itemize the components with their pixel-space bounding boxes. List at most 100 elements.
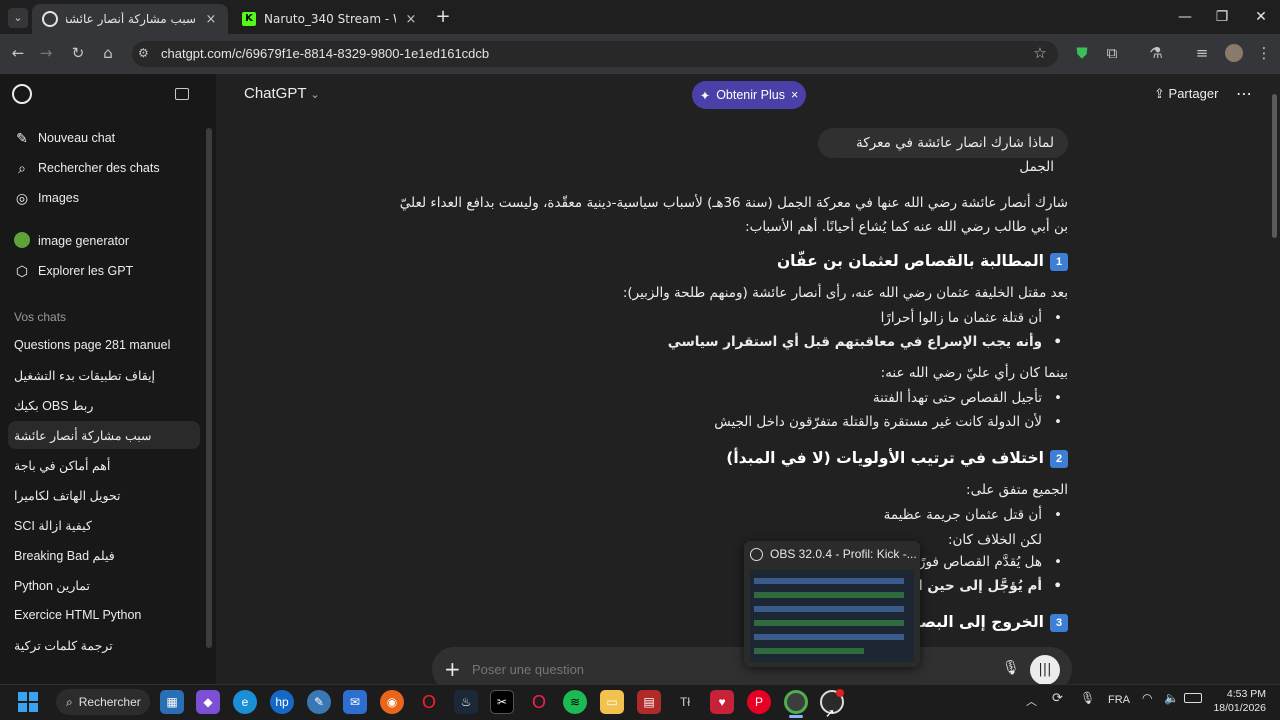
edge-icon[interactable]: e [233, 690, 257, 714]
search-icon: ⌕ [18, 159, 26, 176]
capcut-icon[interactable]: ✂ [490, 690, 514, 714]
chat-item-label: تحويل الهاتف لكاميرا [14, 488, 121, 503]
chat-item[interactable]: Exercice HTML Python [8, 601, 200, 629]
battery-icon[interactable] [1184, 693, 1202, 703]
close-window-button[interactable]: ✕ [1246, 6, 1276, 28]
opera-icon[interactable]: O [417, 690, 441, 714]
image-generator-label: image generator [38, 234, 130, 248]
winrar-icon[interactable]: ▤ [637, 690, 661, 714]
opera-gx-icon[interactable]: O [527, 690, 551, 714]
bookmark-star-icon[interactable]: ☆ [1028, 41, 1052, 65]
chat-item[interactable]: كيفية ازالة SCI [8, 511, 200, 539]
chat-item[interactable]: تحويل الهاتف لكاميرا [8, 481, 200, 509]
microphone-tray-icon[interactable]: 🎙 [1080, 691, 1095, 705]
tab-close-icon[interactable]: × [404, 12, 418, 27]
add-attachment-button[interactable]: + [444, 657, 461, 681]
cube-icon: ⬡ [15, 262, 29, 279]
search-chats-button[interactable]: ⌕ Rechercher des chats [8, 154, 200, 182]
clock-date[interactable]: 18/01/2026 [1206, 702, 1266, 714]
chat-item[interactable]: Questions page 281 manuel [8, 331, 200, 359]
back-icon[interactable]: ← [6, 41, 30, 65]
voice-mode-button[interactable]: ||| [1030, 655, 1060, 685]
spotify-icon[interactable]: ≋ [563, 690, 587, 714]
volume-icon[interactable]: 🔈 [1164, 691, 1179, 705]
extension-shield-icon[interactable]: ⛊ [1070, 41, 1094, 65]
tab-search-icon[interactable]: ⌄ [8, 8, 28, 28]
chat-item[interactable]: Python تمارين [8, 571, 200, 599]
dismiss-upgrade-icon[interactable]: × [791, 88, 798, 102]
pocket-icon[interactable]: ♥ [710, 690, 734, 714]
sidebar-scrollbar[interactable] [206, 128, 212, 648]
obs-preview-title: OBS 32.0.4 - Profil: Kick -... [770, 547, 917, 561]
taskbar-search[interactable]: ⌕ Rechercher [56, 689, 150, 715]
wifi-icon[interactable]: ◠ [1142, 691, 1152, 705]
explore-gpts-button[interactable]: ⬡ Explorer les GPT [8, 257, 200, 285]
new-chat-button[interactable]: ✎ Nouveau chat [8, 124, 200, 152]
browser-menu-icon[interactable]: ⋮ [1252, 41, 1276, 65]
model-selector[interactable]: ChatGPT ⌄ [244, 85, 320, 102]
user-message-text: لماذا شارك انصار عائشة في معركة الجمل [856, 135, 1054, 175]
tab-title: سبب مشاركة أنصار عائشة [66, 12, 196, 26]
file-explorer-icon[interactable]: ▭ [600, 690, 624, 714]
microphone-icon[interactable]: 🎙 [1002, 660, 1020, 676]
obs-preview-thumbnail [750, 570, 914, 662]
section-2-heading: 2 اختلاف في ترتيب الأولويات (لا في المبدأ… [656, 449, 1068, 468]
reload-icon[interactable]: ↻ [66, 41, 90, 65]
chat-item-label: كيفية ازالة SCI [14, 518, 92, 533]
share-button[interactable]: ⇪ Partager [1154, 86, 1218, 102]
chevron-down-icon: ⌄ [310, 89, 320, 101]
forward-icon[interactable]: → [34, 41, 58, 65]
browser-tab-kick[interactable]: K Naruto_340 Stream - Watch Liv × [232, 4, 428, 34]
tray-overflow-icon[interactable]: ︿ [1026, 693, 1037, 709]
home-icon[interactable]: ⌂ [96, 41, 120, 65]
lab-flask-icon[interactable]: ⚗ [1144, 41, 1168, 65]
tab-title: Naruto_340 Stream - Watch Liv [264, 12, 396, 26]
url-text[interactable]: chatgpt.com/c/69679f1e-8814-8329-9800-1e… [161, 46, 489, 61]
openai-logo-icon[interactable] [12, 84, 32, 104]
windows-start-icon[interactable] [16, 690, 40, 714]
sync-icon[interactable]: ⟳ [1052, 691, 1063, 706]
tab-close-icon[interactable]: × [204, 12, 218, 27]
more-options-icon[interactable]: ⋯ [1236, 84, 1252, 103]
firefox-icon[interactable]: ◉ [380, 690, 404, 714]
new-tab-button[interactable]: + [432, 6, 454, 28]
language-indicator[interactable]: FRA [1108, 694, 1130, 706]
chrome-icon[interactable] [784, 690, 808, 714]
copilot-icon[interactable]: ◆ [196, 690, 220, 714]
typeface-icon[interactable]: Tł [673, 690, 697, 714]
images-label: Images [38, 191, 79, 205]
chat-item[interactable]: أهم أماكن في باجة [8, 451, 200, 479]
chat-item[interactable]: ربط OBS بكيك [8, 391, 200, 419]
site-info-icon[interactable]: ⚙ [138, 46, 149, 60]
section-1-bullet: تأجيل القصاص حتى تهدأ الفتنة [873, 390, 1062, 406]
pinterest-icon[interactable]: P [747, 690, 771, 714]
upgrade-plus-pill[interactable]: ✦ Obtenir Plus × [692, 81, 806, 109]
sidebar: ✎ Nouveau chat ⌕ Rechercher des chats ◎ … [0, 74, 216, 684]
images-button[interactable]: ◎ Images [8, 184, 200, 212]
chat-item-active[interactable]: سبب مشاركة أنصار عائشة [8, 421, 200, 449]
steam-icon[interactable]: ♨ [454, 690, 478, 714]
media-control-icon[interactable]: ≡ [1190, 41, 1214, 65]
widgets-icon[interactable]: ▦ [160, 690, 184, 714]
chat-item-label: Questions page 281 manuel [14, 338, 171, 352]
chat-item[interactable]: Breaking Bad فيلم [8, 541, 200, 569]
recording-indicator [836, 689, 844, 697]
python-icon[interactable]: ✎ [307, 690, 331, 714]
maximize-button[interactable]: ❐ [1207, 6, 1237, 28]
number-badge-icon: 2 [1050, 449, 1068, 468]
browser-tab-chatgpt[interactable]: سبب مشاركة أنصار عائشة × [32, 4, 228, 34]
clock-time[interactable]: 4:53 PM [1214, 688, 1266, 700]
chat-item[interactable]: إيقاف تطبيقات بدء التشغيل [8, 361, 200, 389]
profile-avatar-icon[interactable] [1222, 41, 1246, 65]
close-sidebar-icon[interactable] [175, 88, 189, 100]
main-scrollbar[interactable] [1272, 94, 1277, 238]
image-generator-gpt[interactable]: image generator [8, 227, 200, 255]
obs-app-icon [750, 548, 763, 561]
mouse-cursor-icon: ➚ [825, 706, 836, 720]
images-icon: ◎ [15, 189, 29, 206]
mail-icon[interactable]: ✉ [343, 690, 367, 714]
minimize-button[interactable]: — [1170, 6, 1200, 28]
chat-item[interactable]: ترجمة كلمات تركية [8, 631, 200, 659]
hp-icon[interactable]: hp [270, 690, 294, 714]
extensions-puzzle-icon[interactable]: ⧉ [1100, 41, 1124, 65]
